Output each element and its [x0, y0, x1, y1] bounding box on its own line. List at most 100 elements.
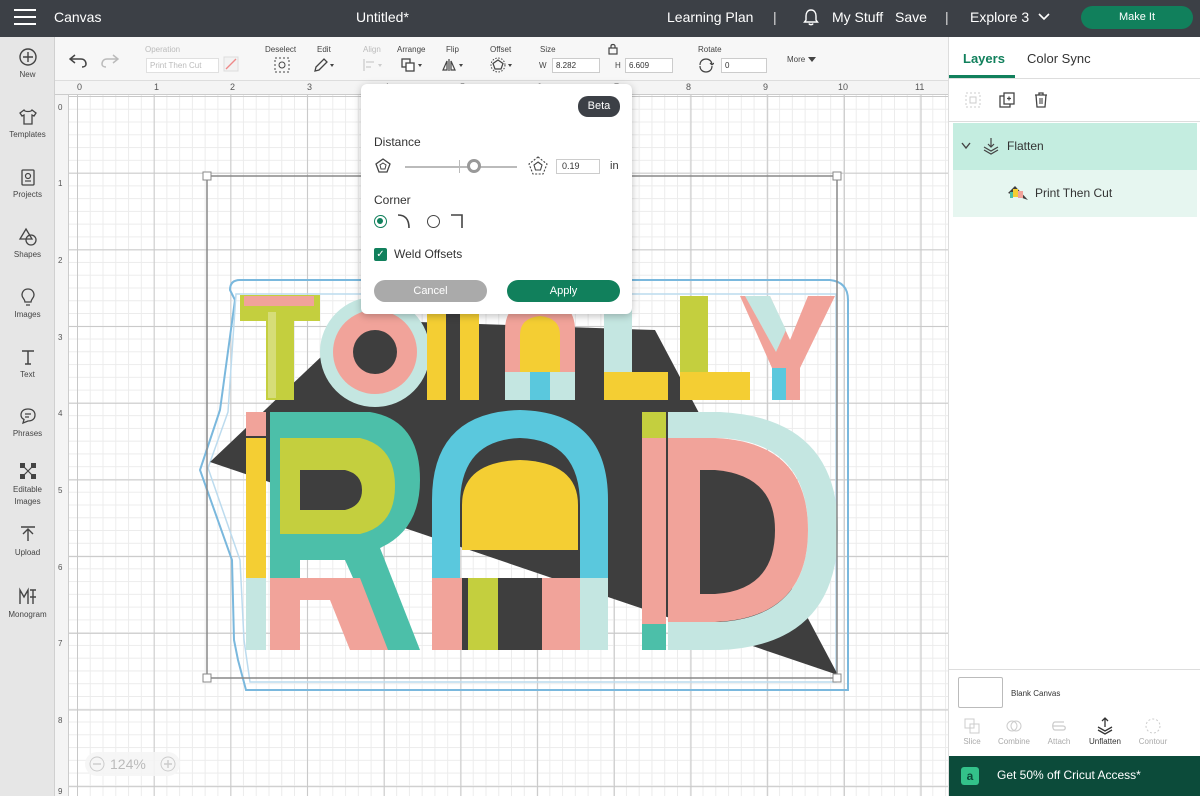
duplicate-icon[interactable] — [998, 91, 1016, 109]
attach-button[interactable]: Attach — [1034, 717, 1084, 746]
layer-label: Print Then Cut — [1035, 186, 1113, 200]
learning-plan-link[interactable]: Learning Plan — [667, 9, 753, 25]
layer-flatten[interactable]: Flatten — [953, 123, 1197, 170]
offset-icon[interactable] — [490, 57, 516, 73]
group-icon[interactable] — [964, 91, 982, 109]
plus-circle-icon — [18, 48, 37, 66]
rotate-label: Rotate — [698, 45, 722, 54]
blank-canvas-swatch[interactable] — [958, 677, 1003, 708]
sidebar-item-shapes[interactable]: Shapes — [0, 227, 55, 259]
flip-icon[interactable] — [441, 57, 467, 73]
flatten-icon — [983, 138, 999, 155]
square-corner-icon — [451, 214, 463, 228]
projects-icon — [20, 169, 35, 186]
unflatten-button[interactable]: Unflatten — [1080, 717, 1130, 746]
distance-slider-thumb[interactable] — [467, 159, 482, 173]
width-input[interactable]: 8.282 — [552, 58, 600, 73]
operation-label: Operation — [145, 45, 181, 54]
align-icon[interactable] — [362, 57, 386, 73]
contour-button[interactable]: Contour — [1128, 717, 1178, 746]
corner-square-radio[interactable] — [427, 215, 440, 228]
rotate-icon[interactable] — [698, 58, 714, 73]
rotate-input[interactable]: 0 — [721, 58, 767, 73]
ruler-tick: 1 — [154, 82, 160, 92]
contour-label: Contour — [1138, 737, 1168, 746]
layer-label: Flatten — [1007, 139, 1044, 153]
distance-input[interactable]: 0.19 — [556, 159, 600, 174]
ruler-tick: 9 — [763, 82, 769, 92]
ruler-tick: 9 — [58, 787, 63, 796]
sidebar-item-editable-images[interactable]: Editable Images — [0, 461, 55, 508]
sidebar-item-templates[interactable]: Templates — [0, 107, 55, 139]
combine-button[interactable]: Combine — [989, 717, 1039, 746]
more-menu[interactable]: More — [787, 55, 805, 64]
pentagon-large-icon — [528, 156, 548, 175]
promo-banner[interactable]: a Get 50% off Cricut Access* — [949, 756, 1200, 796]
sidebar-item-label: Monogram — [8, 610, 47, 619]
linetype-icon[interactable] — [223, 56, 239, 72]
operation-select[interactable]: Print Then Cut — [146, 58, 219, 73]
beta-badge: Beta — [578, 96, 620, 117]
corner-label: Corner — [374, 193, 411, 207]
sidebar-item-monogram[interactable]: Monogram — [0, 587, 55, 619]
weld-offsets-checkbox[interactable]: ✓ — [374, 248, 387, 261]
undo-icon[interactable] — [69, 54, 87, 68]
redo-icon[interactable] — [101, 54, 119, 68]
sidebar-item-images[interactable]: Images — [0, 287, 55, 319]
pencil-icon[interactable] — [313, 57, 335, 73]
text-icon — [21, 350, 34, 365]
align-label: Align — [363, 45, 381, 54]
combine-icon — [1006, 720, 1022, 732]
sidebar-item-upload[interactable]: Upload — [0, 525, 55, 557]
ruler-tick: 4 — [58, 409, 63, 418]
save-button[interactable]: Save — [895, 9, 927, 25]
sidebar-item-phrases[interactable]: Phrases — [0, 406, 55, 438]
lock-icon[interactable] — [608, 43, 618, 55]
divider — [949, 78, 1200, 79]
document-title[interactable]: Untitled* — [356, 9, 409, 25]
zoom-out-icon[interactable] — [89, 756, 105, 772]
sidebar-item-projects[interactable]: Projects — [0, 167, 55, 199]
cancel-button[interactable]: Cancel — [374, 280, 487, 302]
chevron-down-icon[interactable] — [1038, 13, 1050, 21]
monogram-icon — [18, 587, 36, 604]
corner-rounded-radio[interactable] — [374, 215, 387, 228]
sidebar-item-label: Phrases — [12, 429, 43, 438]
caret-down-icon[interactable] — [808, 57, 816, 63]
sidebar-item-text[interactable]: Text — [0, 347, 55, 379]
ruler-tick: 1 — [58, 179, 63, 188]
tab-color-sync[interactable]: Color Sync — [1027, 51, 1091, 66]
sidebar-item-label: Templates — [9, 130, 46, 139]
shirt-icon — [18, 109, 37, 125]
make-it-button[interactable]: Make It — [1081, 6, 1193, 29]
edit-toolbar: Operation Print Then Cut Deselect Edit A… — [55, 37, 948, 81]
bell-icon[interactable] — [803, 9, 819, 26]
divider — [949, 121, 1200, 122]
tab-layers[interactable]: Layers — [963, 51, 1005, 66]
ruler-tick: 6 — [58, 563, 63, 572]
layers-panel: Layers Color Sync Flatten Print Then Cut… — [948, 37, 1200, 796]
ruler-tick: 3 — [58, 333, 63, 342]
rounded-corner-icon — [397, 214, 410, 229]
ruler-tick: 8 — [686, 82, 692, 92]
blank-canvas-label: Blank Canvas — [1011, 689, 1061, 698]
trash-icon[interactable] — [1032, 91, 1050, 109]
sidebar-item-new[interactable]: New — [0, 47, 55, 79]
arrange-icon[interactable] — [400, 57, 426, 73]
chevron-down-icon[interactable] — [961, 142, 971, 150]
sidebar-item-label: Shapes — [13, 250, 42, 259]
my-stuff-link[interactable]: My Stuff — [832, 9, 883, 25]
left-sidebar: New Templates Projects Shapes Images Tex… — [0, 37, 55, 796]
slice-label: Slice — [963, 737, 981, 746]
canvas-title: Canvas — [54, 9, 102, 25]
size-label: Size — [540, 45, 556, 54]
height-input[interactable]: 6.609 — [625, 58, 673, 73]
menu-icon[interactable] — [14, 9, 36, 27]
machine-select[interactable]: Explore 3 — [970, 9, 1029, 25]
layer-print-then-cut[interactable]: Print Then Cut — [953, 170, 1197, 217]
combine-label: Combine — [997, 737, 1030, 746]
deselect-icon[interactable] — [274, 57, 290, 73]
apply-button[interactable]: Apply — [507, 280, 620, 302]
distance-slider-track[interactable] — [405, 166, 517, 168]
zoom-in-icon[interactable] — [160, 756, 176, 772]
